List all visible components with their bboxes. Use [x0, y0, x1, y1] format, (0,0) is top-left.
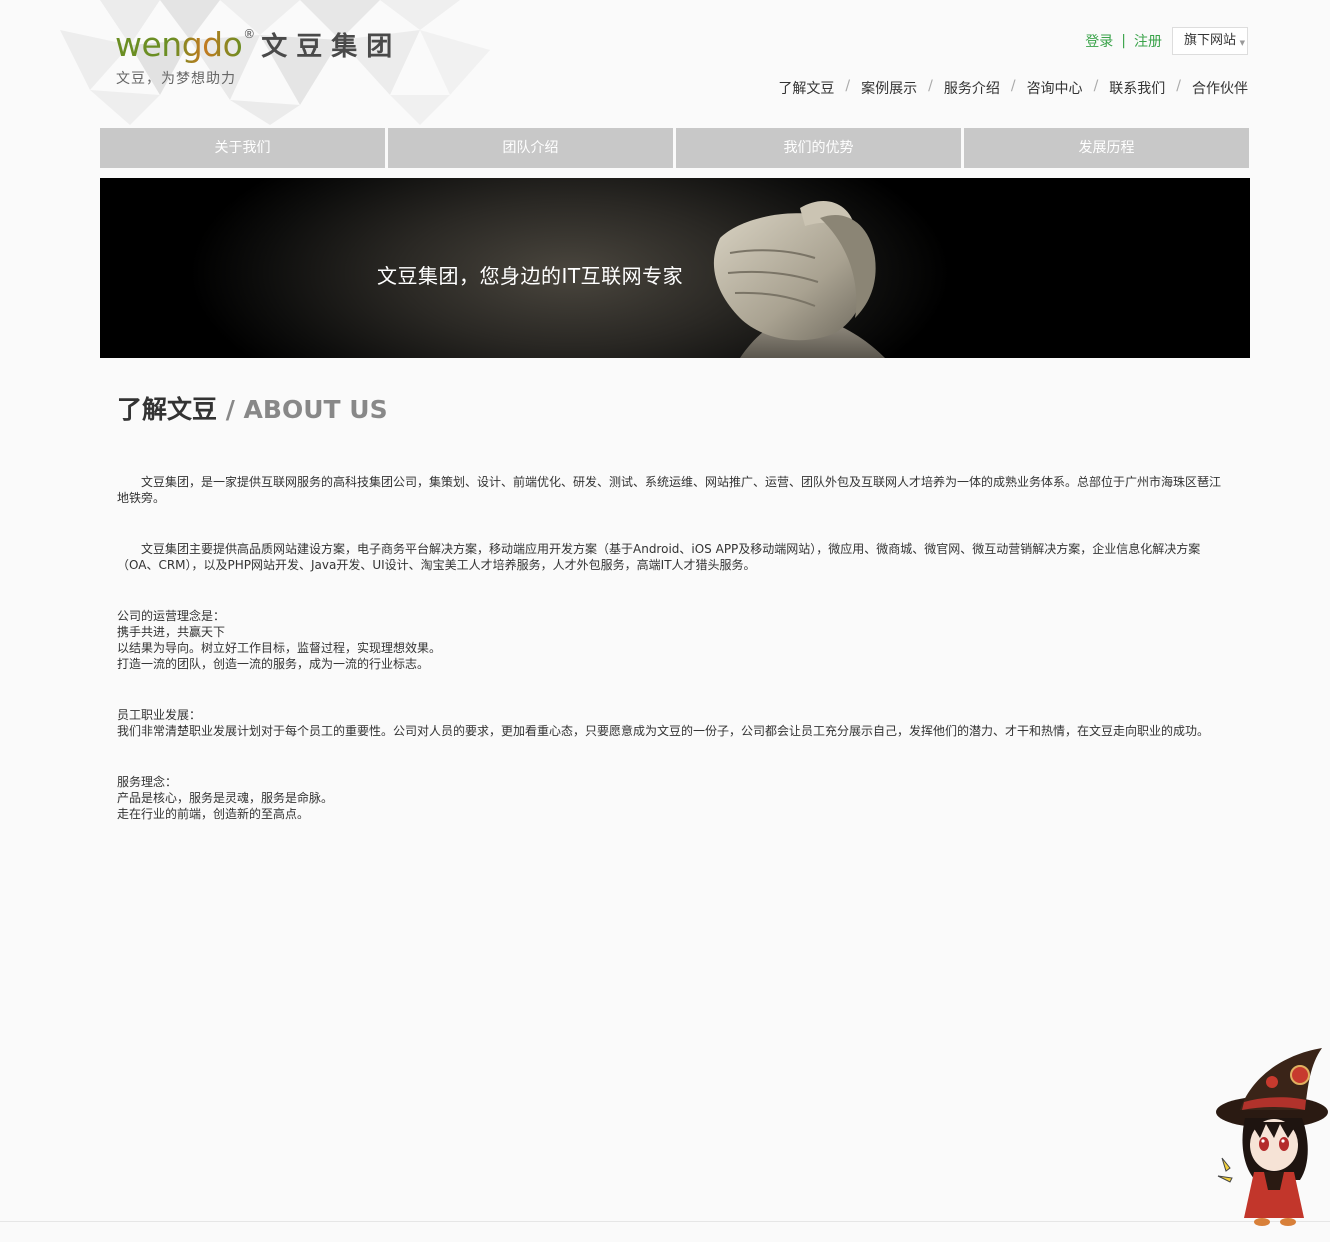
nav-item-about[interactable]: 了解文豆	[778, 78, 834, 98]
page-title-cn: 了解文豆	[117, 395, 218, 424]
page-title-en: / ABOUT US	[217, 395, 388, 424]
logo-wordmark-text: wengdo	[115, 25, 243, 64]
philosophy-line: 打造一流的团队，创造一流的服务，成为一流的行业标志。	[117, 657, 430, 671]
intro-paragraph: 文豆集团，是一家提供互联网服务的高科技集团公司，集策划、设计、前端优化、研发、测…	[117, 475, 1222, 505]
sites-dropdown[interactable]: 旗下网站 ▼	[1171, 27, 1248, 55]
nav-item-services[interactable]: 服务介绍	[944, 78, 1000, 98]
nav-separator: /	[1010, 78, 1016, 94]
tab-history[interactable]: 发展历程	[964, 128, 1249, 168]
service-line: 产品是核心，服务是灵魂，服务是命脉。	[117, 791, 334, 805]
service-heading: 服务理念：	[117, 775, 178, 789]
career-text: 我们非常清楚职业发展计划对于每个员工的重要性。公司对人员的要求，更加看重心态，只…	[117, 724, 1210, 738]
philosophy-line: 以结果为导向。树立好工作目标，监督过程，实现理想效果。	[117, 641, 442, 655]
nav-separator: /	[1176, 78, 1181, 94]
nav-separator: /	[845, 78, 851, 94]
philosophy-heading: 公司的运营理念是：	[117, 609, 226, 623]
registered-mark: ®	[243, 27, 256, 41]
mascot-widget[interactable]	[1210, 1040, 1330, 1230]
logo-chinese-name: 文豆集团	[261, 32, 402, 62]
register-link[interactable]: 注册	[1134, 31, 1162, 51]
tab-about-us[interactable]: 关于我们	[100, 128, 385, 168]
auth-separator: |	[1121, 33, 1126, 49]
login-link[interactable]: 登录	[1085, 31, 1113, 51]
nav-separator: /	[928, 78, 933, 94]
chevron-down-icon: ▼	[1239, 39, 1245, 47]
tab-team[interactable]: 团队介绍	[388, 128, 673, 168]
page-title: 了解文豆 / ABOUT US	[117, 390, 388, 426]
sites-dropdown-label: 旗下网站	[1183, 33, 1236, 48]
main-navigation: 了解文豆 / 案例展示 / 服务介绍 / 咨询中心 / 联系我们 / 合作伙伴	[778, 78, 1248, 98]
nav-item-partners[interactable]: 合作伙伴	[1192, 78, 1248, 98]
hero-banner: 文豆集团，您身边的IT互联网专家	[100, 178, 1250, 358]
auth-bar: 登录 | 注册 旗下网站 ▼	[1085, 27, 1248, 55]
services-paragraph: 文豆集团主要提供高品质网站建设方案，电子商务平台解决方案，移动端应用开发方案（基…	[117, 542, 1201, 572]
witch-mascot-icon	[1216, 1048, 1328, 1226]
service-line: 走在行业的前端，创造新的至高点。	[117, 807, 310, 821]
philosophy-line: 携手共进，共赢天下	[117, 625, 226, 639]
career-heading: 员工职业发展：	[117, 708, 202, 722]
nav-item-cases[interactable]: 案例展示	[861, 78, 917, 98]
tab-advantages[interactable]: 我们的优势	[676, 128, 961, 168]
slogan: 文豆，为梦想助力	[116, 71, 236, 87]
logo-wordmark: wengdo	[115, 25, 243, 65]
nav-item-consult[interactable]: 咨询中心	[1027, 78, 1083, 98]
nav-separator: /	[1093, 78, 1099, 94]
nav-item-contact[interactable]: 联系我们	[1109, 78, 1165, 98]
sub-navigation: 关于我们 团队介绍 我们的优势 发展历程	[100, 128, 1250, 168]
about-content: 文豆集团，是一家提供互联网服务的高科技集团公司，集策划、设计、前端优化、研发、测…	[117, 474, 1225, 822]
brand-logo[interactable]: wengdo ® 文豆集团	[115, 25, 401, 65]
banner-slogan: 文豆集团，您身边的IT互联网专家	[377, 264, 684, 288]
footer-divider	[0, 1221, 1330, 1222]
